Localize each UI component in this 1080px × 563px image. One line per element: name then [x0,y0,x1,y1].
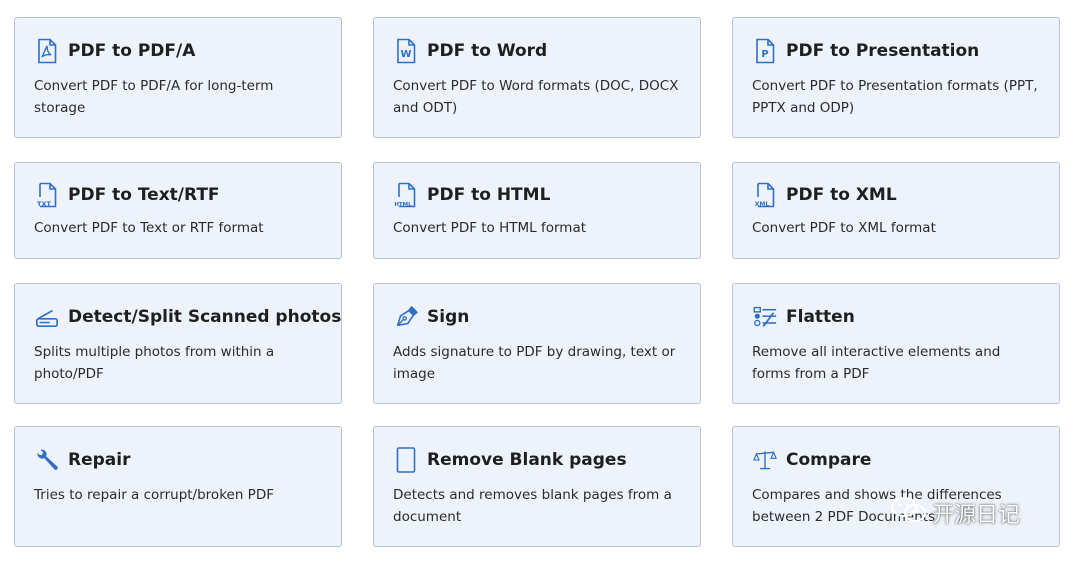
card-pdf-to-text-rtf[interactable]: TXT PDF to Text/RTF Convert PDF to Text … [14,162,342,259]
card-description: Adds signature to PDF by drawing, text o… [393,344,676,382]
card-header: Compare [753,447,871,473]
card-description: Convert PDF to Text or RTF format [34,220,264,236]
card-header: Remove Blank pages [394,447,627,473]
card-title: Compare [786,450,872,470]
card-title: PDF to XML [786,185,897,205]
pdfa-icon [35,38,59,64]
card-header: Detect/Split Scanned photos [35,304,341,330]
svg-text:W: W [400,49,411,60]
card-description: Convert PDF to PDF/A for long-term stora… [34,78,274,116]
card-header: Sign [394,304,469,330]
svg-text:HTML: HTML [394,202,412,208]
card-title: Repair [68,450,131,470]
card-description: Convert PDF to Word formats (DOC, DOCX a… [393,78,679,116]
watermark-text: 开源日记 [932,503,1021,528]
card-sign[interactable]: Sign Adds signature to PDF by drawing, t… [373,283,701,404]
card-header: Flatten [753,304,855,330]
flatten-icon [753,304,777,330]
card-pdf-to-html[interactable]: HTML PDF to HTML Convert PDF to HTML for… [373,162,701,259]
wechat-icon [890,496,932,530]
card-header: W PDF to Word [394,38,547,64]
card-description: Convert PDF to HTML format [393,220,587,236]
svg-text:TXT: TXT [37,200,51,208]
card-pdf-to-xml[interactable]: XML PDF to XML Convert PDF to XML format [732,162,1060,259]
card-repair[interactable]: Repair Tries to repair a corrupt/broken … [14,426,342,547]
card-title: PDF to Presentation [786,41,980,61]
scales-icon [753,447,777,473]
card-header: XML PDF to XML [753,182,897,208]
card-header: HTML PDF to HTML [394,182,550,208]
card-pdf-to-pdfa[interactable]: PDF to PDF/A Convert PDF to PDF/A for lo… [14,17,342,138]
card-title: PDF to Word [427,41,548,61]
card-title: Flatten [786,307,855,327]
svg-text:XML: XML [755,201,770,208]
card-pdf-to-presentation[interactable]: P PDF to Presentation Convert PDF to Pre… [732,17,1060,138]
watermark: 开源日记 [890,496,1020,530]
wrench-icon [35,447,59,473]
card-remove-blank-pages[interactable]: Remove Blank pages Detects and removes b… [373,426,701,547]
tools-grid: PDF to PDF/A Convert PDF to PDF/A for lo… [0,0,1080,563]
card-header: P PDF to Presentation [753,38,979,64]
card-title: PDF to PDF/A [68,41,196,61]
scanner-icon [35,304,59,330]
card-pdf-to-word[interactable]: W PDF to Word Convert PDF to Word format… [373,17,701,138]
card-title: Sign [427,307,470,327]
card-description: Convert PDF to XML format [752,220,936,236]
card-detect-split-scanned-photos[interactable]: Detect/Split Scanned photos Splits multi… [14,283,342,404]
card-title: PDF to Text/RTF [68,185,220,205]
card-header: PDF to PDF/A [35,38,195,64]
word-icon: W [394,38,418,64]
blank-page-icon [394,447,418,473]
card-title: Detect/Split Scanned photos [68,307,342,327]
html-file-icon: HTML [394,182,418,208]
card-flatten[interactable]: Flatten Remove all interactive elements … [732,283,1060,404]
svg-text:P: P [761,49,768,60]
pen-icon [394,304,418,330]
card-title: PDF to HTML [427,185,551,205]
xml-file-icon: XML [753,182,777,208]
card-description: Convert PDF to Presentation formats (PPT… [752,78,1038,116]
card-title: Remove Blank pages [427,450,627,470]
card-description: Tries to repair a corrupt/broken PDF [34,487,274,503]
card-description: Detects and removes blank pages from a d… [393,487,672,525]
txt-file-icon: TXT [35,182,59,208]
card-header: TXT PDF to Text/RTF [35,182,220,208]
card-description: Remove all interactive elements and form… [752,344,1001,382]
presentation-icon: P [753,38,777,64]
card-description: Splits multiple photos from within a pho… [34,344,275,382]
card-header: Repair [35,447,130,473]
